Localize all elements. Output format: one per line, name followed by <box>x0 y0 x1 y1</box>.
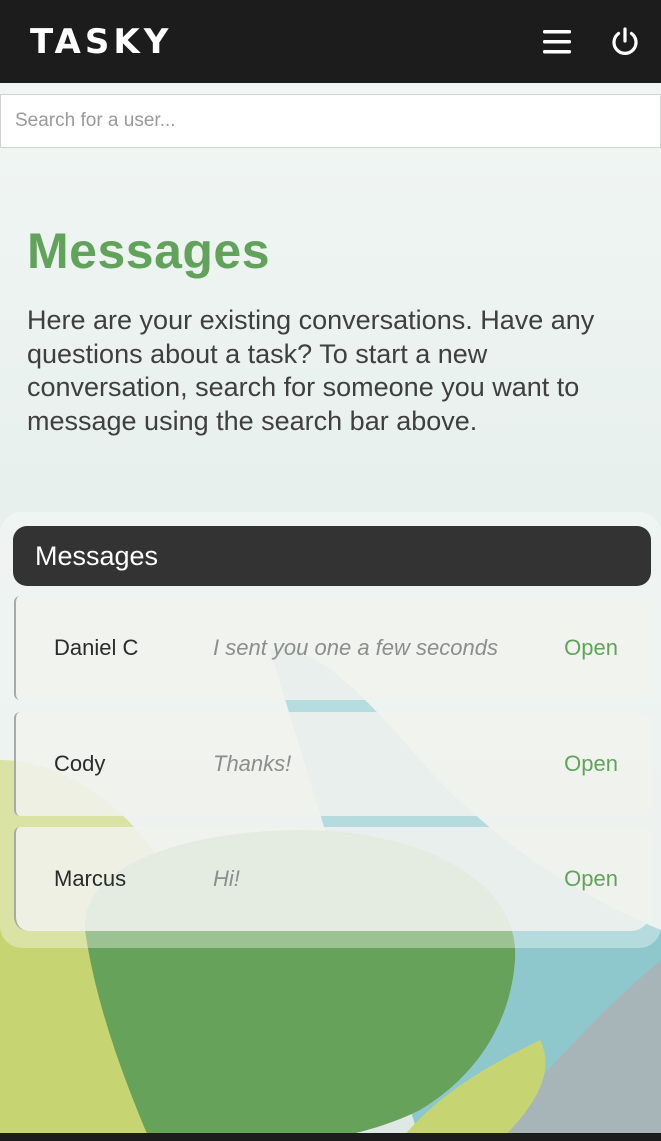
conversation-row-marcus[interactable]: Marcus Hi! Open <box>14 827 651 931</box>
conversation-preview: I sent you one a few seconds <box>213 635 498 660</box>
conversation-name: Daniel C <box>54 635 139 660</box>
conversation-name: Marcus <box>54 866 127 891</box>
open-conversation-button[interactable]: Open <box>564 635 618 661</box>
page-description: Here are your existing conversations. Ha… <box>27 305 595 436</box>
conversation-preview: Thanks! <box>213 751 292 776</box>
open-conversation-button[interactable]: Open <box>564 866 618 892</box>
conversation-preview: Hi! <box>213 866 240 891</box>
messages-panel-title: Messages <box>35 540 159 571</box>
conversation-row-daniel-c[interactable]: Daniel C I sent you one a few seconds Op… <box>14 596 651 700</box>
power-icon[interactable] <box>607 24 643 60</box>
intro-section: Messages Here are your existing conversa… <box>27 222 637 438</box>
top-bar: TASKY <box>0 0 661 83</box>
hamburger-menu-icon[interactable] <box>539 24 575 60</box>
open-conversation-button[interactable]: Open <box>564 751 618 777</box>
top-bar-actions <box>539 24 643 60</box>
messages-panel-header: Messages <box>13 526 651 586</box>
bottom-bar-edge <box>0 1133 661 1141</box>
search-bar <box>0 94 661 148</box>
app-logo[interactable]: TASKY <box>30 22 172 62</box>
search-input[interactable] <box>0 94 661 148</box>
page-title: Messages <box>27 223 271 279</box>
conversation-row-cody[interactable]: Cody Thanks! Open <box>14 712 651 816</box>
conversation-name: Cody <box>54 751 106 776</box>
